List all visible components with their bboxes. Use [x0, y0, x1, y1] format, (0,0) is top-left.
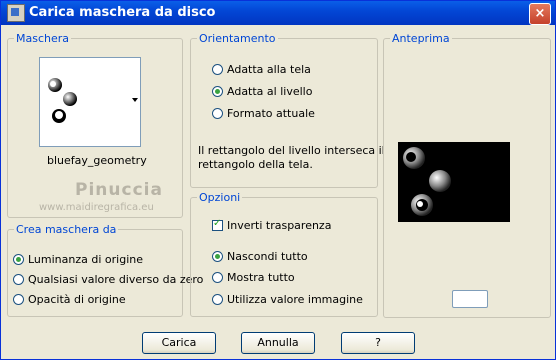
window-title: Carica maschera da disco: [29, 5, 216, 20]
radio-indicator: [13, 274, 24, 285]
watermark-url: www.maidiregrafica.eu: [39, 202, 154, 213]
radio-indicator: [212, 294, 223, 305]
radio-show-all[interactable]: Mostra tutto: [212, 271, 295, 284]
radio-indicator: [212, 251, 223, 262]
cancel-button[interactable]: Annulla: [241, 332, 315, 354]
radio-fit-canvas[interactable]: Adatta alla tela: [212, 63, 311, 76]
dialog-window: Carica maschera da disco × Maschera blue…: [0, 0, 556, 360]
radio-indicator: [212, 108, 223, 119]
orientation-group-label: Orientamento: [197, 32, 278, 45]
radio-use-image-value[interactable]: Utilizza valore immagine: [212, 293, 363, 306]
mask-group-label: Maschera: [14, 32, 72, 45]
radio-source-opacity[interactable]: Opacità di origine: [13, 293, 126, 306]
close-button[interactable]: ×: [529, 3, 551, 25]
triangle-down-icon: [132, 98, 138, 102]
watermark-title: Pinuccia: [75, 180, 163, 200]
radio-fit-layer[interactable]: Adatta al livello: [212, 85, 312, 98]
checkbox-indicator: ✓: [212, 218, 223, 231]
preview-image: [398, 142, 510, 222]
source-group-label: Crea maschera da: [14, 223, 119, 236]
options-group-label: Opzioni: [197, 191, 243, 204]
preview-zoom-button[interactable]: [452, 290, 488, 308]
preview-group-label: Anteprima: [390, 32, 452, 45]
mask-name: bluefay_geometry: [47, 154, 147, 167]
radio-indicator: [13, 294, 24, 305]
radio-indicator: [212, 272, 223, 283]
orientation-description-2: rettangolo della tela.: [198, 158, 313, 171]
orientation-description-1: Il rettangolo del livello interseca il: [198, 144, 385, 157]
radio-current-size[interactable]: Formato attuale: [212, 107, 315, 120]
radio-hide-all[interactable]: Nascondi tutto: [212, 250, 308, 263]
mask-selector[interactable]: [39, 57, 141, 147]
radio-source-luminance[interactable]: Luminanza di origine: [13, 253, 143, 266]
help-button[interactable]: ?: [341, 332, 415, 354]
title-bar[interactable]: Carica maschera da disco ×: [1, 1, 555, 25]
radio-indicator: [212, 86, 223, 97]
invert-transparency-checkbox[interactable]: ✓ Inverti trasparenza: [212, 218, 331, 232]
load-button[interactable]: Carica: [142, 332, 216, 354]
radio-source-nonzero[interactable]: Qualsiasi valore diverso da zero: [13, 273, 203, 286]
mask-thumbnail: [48, 78, 138, 123]
radio-indicator: [212, 64, 223, 75]
radio-indicator: [13, 254, 24, 265]
app-icon: [7, 4, 25, 22]
